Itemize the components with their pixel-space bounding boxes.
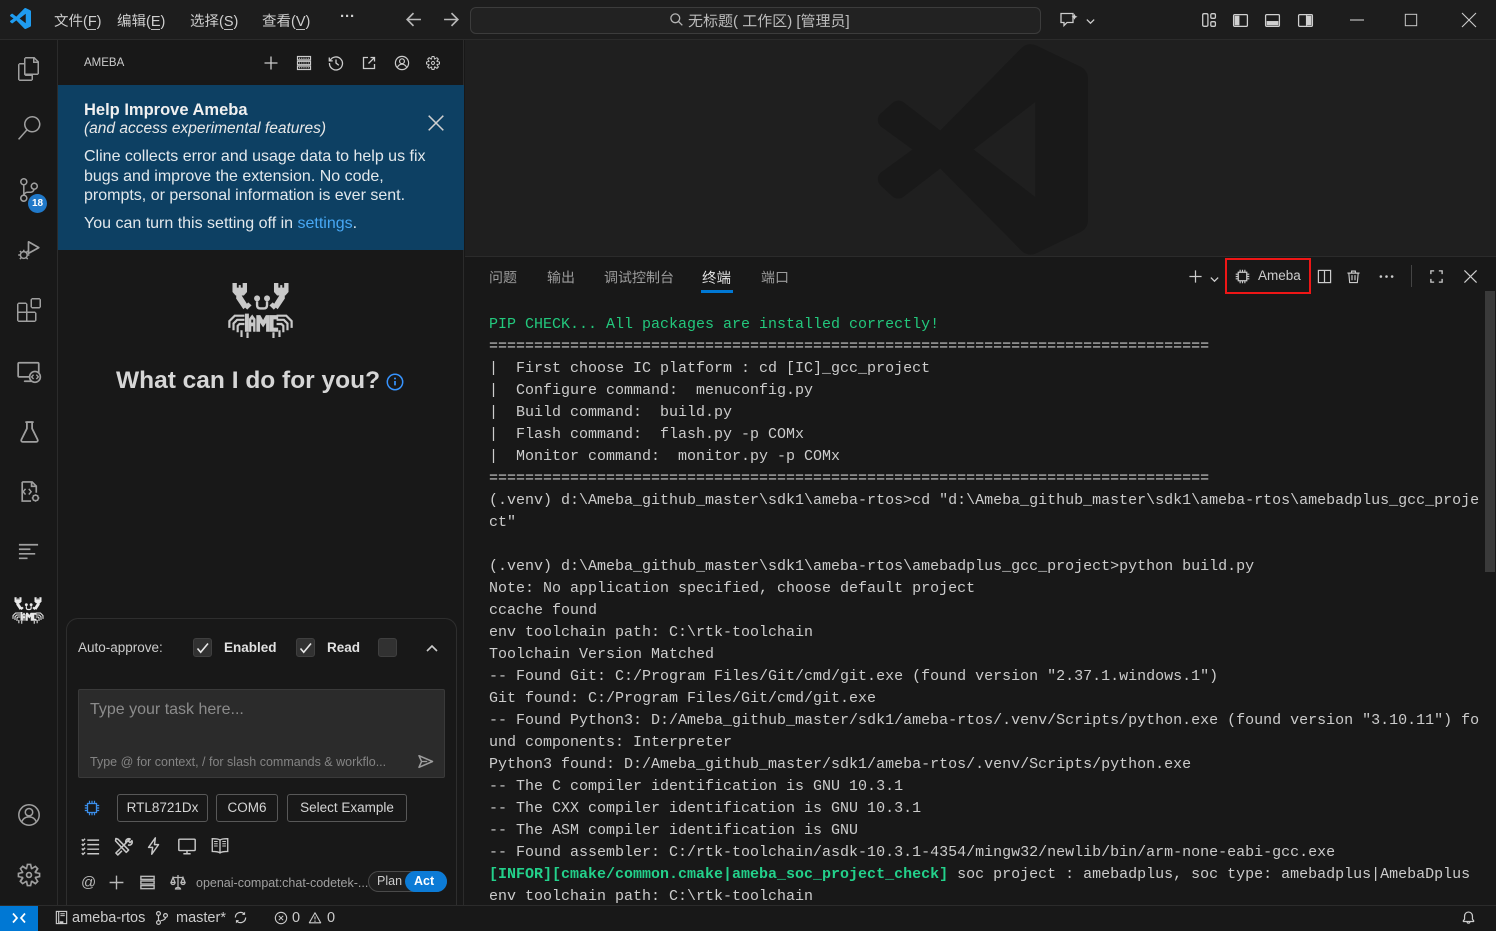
svg-text:]: ] — [846, 13, 850, 30]
svg-text:(: ( — [733, 13, 738, 30]
svg-text:) [: ) [ — [787, 13, 801, 30]
svg-text:(V): (V) — [291, 13, 310, 29]
svg-text:(F): (F) — [83, 13, 102, 29]
svg-text:(S): (S) — [219, 13, 238, 29]
svg-text:(E): (E) — [146, 13, 165, 29]
